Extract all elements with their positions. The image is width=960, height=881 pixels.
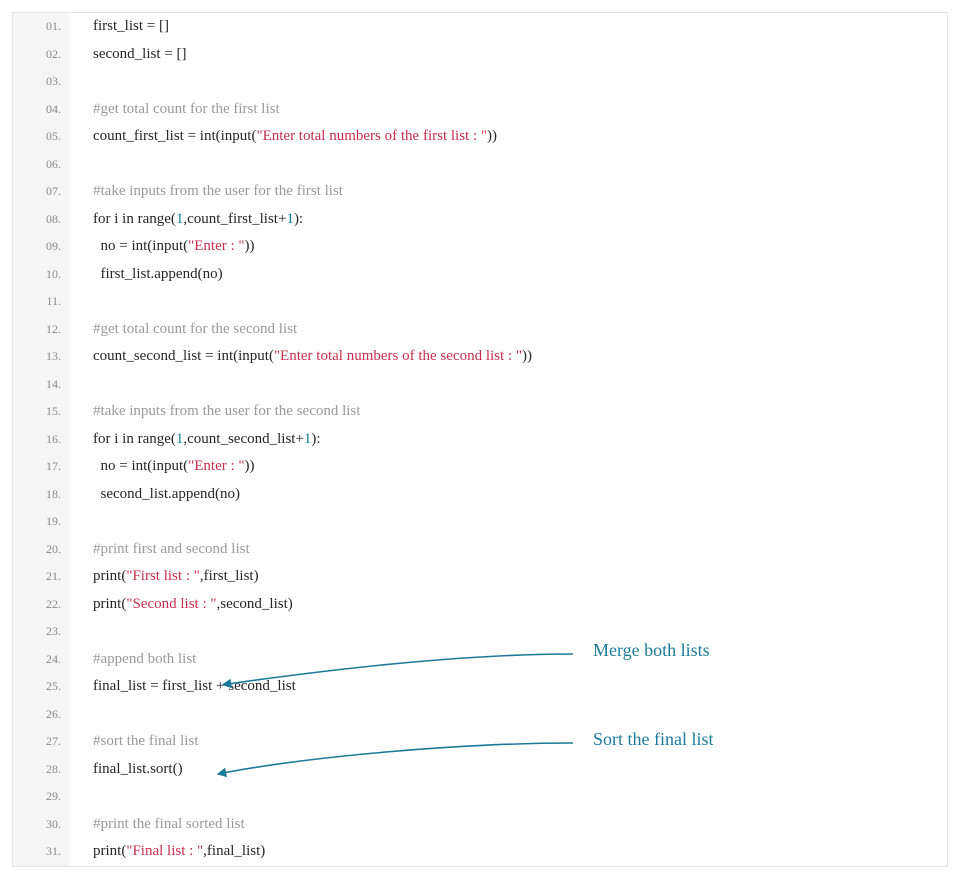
code-content: print("Final list : ",final_list) — [69, 838, 265, 866]
code-content: #get total count for the second list — [69, 316, 297, 344]
line-number: 07. — [13, 178, 69, 206]
code-content: #take inputs from the user for the secon… — [69, 398, 360, 426]
code-line: 30.#print the final sorted list — [13, 811, 947, 839]
line-number: 03. — [13, 68, 69, 96]
code-line: 10. first_list.append(no) — [13, 261, 947, 289]
code-content: no = int(input("Enter : ")) — [69, 453, 255, 481]
line-number: 22. — [13, 591, 69, 619]
code-content — [69, 701, 97, 729]
code-line: 17. no = int(input("Enter : ")) — [13, 453, 947, 481]
code-content: second_list.append(no) — [69, 481, 240, 509]
code-content — [69, 68, 97, 96]
code-line: 18. second_list.append(no) — [13, 481, 947, 509]
code-content: #append both list — [69, 646, 196, 674]
code-content: second_list = [] — [69, 41, 186, 69]
line-number: 04. — [13, 96, 69, 124]
code-content: #sort the final list — [69, 728, 198, 756]
code-content: #print first and second list — [69, 536, 250, 564]
line-number: 31. — [13, 838, 69, 866]
code-content: count_second_list = int(input("Enter tot… — [69, 343, 532, 371]
line-number: 25. — [13, 673, 69, 701]
code-line: 27.#sort the final list — [13, 728, 947, 756]
code-content: print("First list : ",first_list) — [69, 563, 259, 591]
code-content: for i in range(1,count_first_list+1): — [69, 206, 303, 234]
line-number: 23. — [13, 618, 69, 646]
code-content: first_list = [] — [69, 13, 169, 41]
code-content: final_list = first_list + second_list — [69, 673, 296, 701]
code-block: 01.first_list = []02.second_list = []03.… — [12, 12, 948, 867]
code-content: for i in range(1,count_second_list+1): — [69, 426, 321, 454]
line-number: 26. — [13, 701, 69, 729]
code-line: 19. — [13, 508, 947, 536]
line-number: 02. — [13, 41, 69, 69]
line-number: 10. — [13, 261, 69, 289]
code-content — [69, 783, 97, 811]
code-content: no = int(input("Enter : ")) — [69, 233, 255, 261]
line-number: 29. — [13, 783, 69, 811]
code-line: 22.print("Second list : ",second_list) — [13, 591, 947, 619]
line-number: 21. — [13, 563, 69, 591]
code-content: count_first_list = int(input("Enter tota… — [69, 123, 497, 151]
code-content — [69, 288, 97, 316]
line-number: 24. — [13, 646, 69, 674]
line-number: 05. — [13, 123, 69, 151]
code-line: 01.first_list = [] — [13, 13, 947, 41]
line-number: 14. — [13, 371, 69, 399]
code-line: 21.print("First list : ",first_list) — [13, 563, 947, 591]
code-content: final_list.sort() — [69, 756, 183, 784]
code-content: #get total count for the first list — [69, 96, 280, 124]
line-number: 19. — [13, 508, 69, 536]
code-line: 02.second_list = [] — [13, 41, 947, 69]
code-content: print("Second list : ",second_list) — [69, 591, 293, 619]
code-content: first_list.append(no) — [69, 261, 223, 289]
code-line: 29. — [13, 783, 947, 811]
code-content — [69, 371, 97, 399]
code-content: #print the final sorted list — [69, 811, 245, 839]
code-line: 11. — [13, 288, 947, 316]
line-number: 12. — [13, 316, 69, 344]
code-content — [69, 508, 97, 536]
code-line: 05.count_first_list = int(input("Enter t… — [13, 123, 947, 151]
line-number: 17. — [13, 453, 69, 481]
line-number: 06. — [13, 151, 69, 179]
line-number: 13. — [13, 343, 69, 371]
code-line: 03. — [13, 68, 947, 96]
code-line: 20.#print first and second list — [13, 536, 947, 564]
code-line: 23. — [13, 618, 947, 646]
line-number: 16. — [13, 426, 69, 454]
code-line: 07.#take inputs from the user for the fi… — [13, 178, 947, 206]
line-number: 11. — [13, 288, 69, 316]
code-content — [69, 618, 97, 646]
code-line: 28.final_list.sort() — [13, 756, 947, 784]
line-number: 30. — [13, 811, 69, 839]
code-content — [69, 151, 97, 179]
line-number: 27. — [13, 728, 69, 756]
code-line: 09. no = int(input("Enter : ")) — [13, 233, 947, 261]
code-content: #take inputs from the user for the first… — [69, 178, 343, 206]
code-lines: 01.first_list = []02.second_list = []03.… — [13, 13, 947, 866]
line-number: 28. — [13, 756, 69, 784]
line-number: 08. — [13, 206, 69, 234]
line-number: 18. — [13, 481, 69, 509]
code-line: 25.final_list = first_list + second_list — [13, 673, 947, 701]
code-line: 14. — [13, 371, 947, 399]
line-number: 09. — [13, 233, 69, 261]
line-number: 01. — [13, 13, 69, 41]
line-number: 15. — [13, 398, 69, 426]
code-line: 12.#get total count for the second list — [13, 316, 947, 344]
code-line: 06. — [13, 151, 947, 179]
code-line: 26. — [13, 701, 947, 729]
code-line: 15.#take inputs from the user for the se… — [13, 398, 947, 426]
code-line: 24.#append both list — [13, 646, 947, 674]
line-number: 20. — [13, 536, 69, 564]
code-line: 13.count_second_list = int(input("Enter … — [13, 343, 947, 371]
code-line: 08.for i in range(1,count_first_list+1): — [13, 206, 947, 234]
code-line: 31.print("Final list : ",final_list) — [13, 838, 947, 866]
code-line: 04.#get total count for the first list — [13, 96, 947, 124]
code-line: 16.for i in range(1,count_second_list+1)… — [13, 426, 947, 454]
